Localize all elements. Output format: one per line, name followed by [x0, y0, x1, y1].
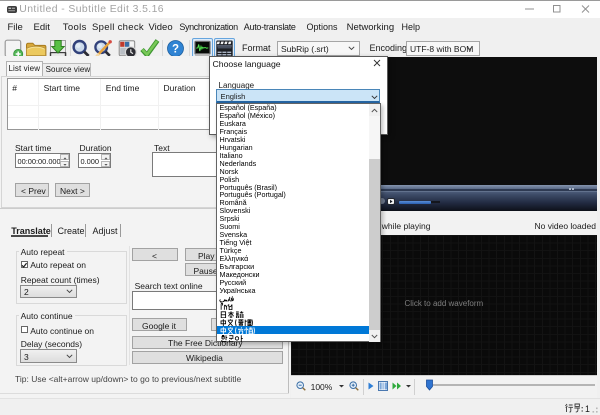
svg-text:?: ? — [172, 44, 179, 56]
